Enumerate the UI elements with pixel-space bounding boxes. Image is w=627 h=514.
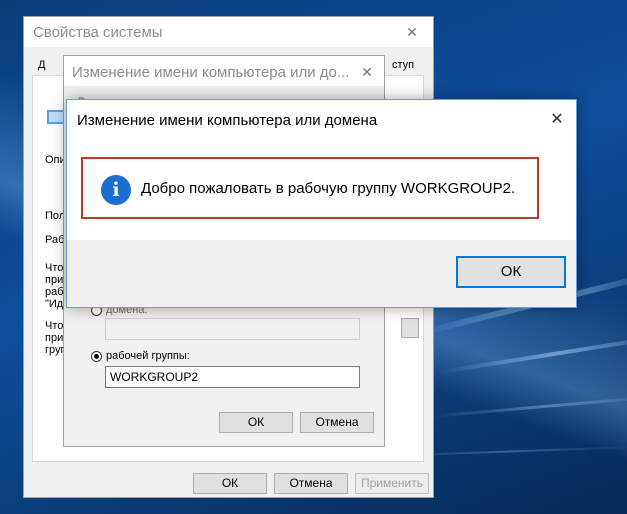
label-fragment: "Ид xyxy=(45,298,64,310)
apply-button[interactable]: Применить xyxy=(355,473,429,494)
welcome-message: Добро пожаловать в рабочую группу WORKGR… xyxy=(141,180,516,197)
label-fragment: Что xyxy=(45,262,64,274)
label-fragment: при xyxy=(45,274,64,286)
system-properties-titlebar: Свойства системы ✕ xyxy=(24,17,433,47)
close-icon[interactable]: ✕ xyxy=(546,109,568,131)
label-fragment: при xyxy=(45,332,64,344)
rename-dialog-titlebar: Изменение имени компьютера или до... ✕ xyxy=(64,56,384,86)
window-title: Свойства системы xyxy=(33,24,163,41)
ok-button[interactable]: ОК xyxy=(219,412,293,433)
message-box-titlebar: Изменение имени компьютера или домена ✕ xyxy=(67,100,576,140)
label-fragment: Что xyxy=(45,320,64,332)
domain-field[interactable] xyxy=(105,318,360,340)
cancel-button[interactable]: Отмена xyxy=(300,412,374,433)
ok-button[interactable]: ОК xyxy=(193,473,267,494)
workgroup-radio[interactable] xyxy=(91,351,102,362)
cancel-button[interactable]: Отмена xyxy=(274,473,348,494)
light-streak xyxy=(429,394,627,418)
info-icon: i xyxy=(101,175,131,205)
welcome-message-box: Изменение имени компьютера или домена ✕ … xyxy=(66,99,577,308)
change-button-partial[interactable] xyxy=(401,318,419,338)
tab-partial-right[interactable]: ступ xyxy=(392,59,414,71)
ok-button[interactable]: ОК xyxy=(456,256,566,288)
workgroup-label: рабочей группы: xyxy=(106,350,190,362)
light-streak xyxy=(439,332,627,374)
label-fragment: раб xyxy=(45,286,64,298)
dialog-title: Изменение имени компьютера или до... xyxy=(72,64,350,81)
close-icon[interactable]: ✕ xyxy=(356,61,378,83)
label-fragment: Раб xyxy=(45,234,65,246)
tab-partial-left[interactable]: Д xyxy=(38,59,45,71)
close-icon[interactable]: ✕ xyxy=(401,21,423,43)
message-box-title: Изменение имени компьютера или домена xyxy=(77,112,378,129)
workgroup-field[interactable]: WORKGROUP2 xyxy=(105,366,360,388)
